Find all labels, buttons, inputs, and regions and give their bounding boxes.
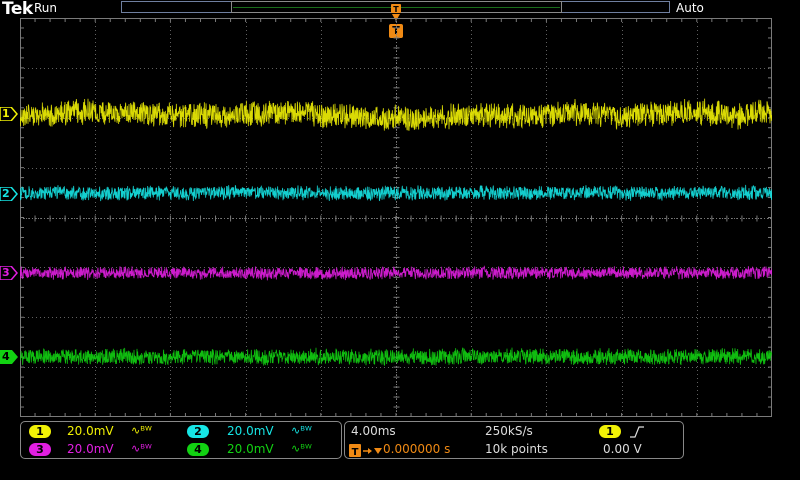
horizontal-trigger-panel: 4.00ms 250kS/s T 0.000000 s 10k points 1…: [344, 421, 684, 459]
bandwidth-limit-icon: ∿ᴮᵂ: [131, 424, 152, 437]
bandwidth-limit-icon: ∿ᴮᵂ: [131, 442, 152, 455]
acquisition-state[interactable]: Run: [34, 1, 57, 15]
channel-2-badge[interactable]: 2: [187, 425, 209, 438]
trigger-delay[interactable]: 0.000000 s: [383, 442, 450, 456]
channel-2-scale[interactable]: 20.0mV: [227, 424, 274, 438]
bandwidth-limit-icon: ∿ᴮᵂ: [291, 442, 312, 455]
trigger-level[interactable]: 0.00 V: [603, 442, 642, 456]
record-length[interactable]: 10k points: [485, 442, 548, 456]
svg-text:T: T: [393, 5, 399, 14]
trigger-mode[interactable]: Auto: [676, 1, 704, 15]
channel-4-badge[interactable]: 4: [187, 443, 209, 456]
channel-1-marker[interactable]: 1: [0, 107, 18, 121]
trigger-source-badge[interactable]: 1: [599, 425, 621, 438]
channel-4-marker[interactable]: 4: [0, 350, 18, 364]
channel-4-scale[interactable]: 20.0mV: [227, 442, 274, 456]
channel-1-scale[interactable]: 20.0mV: [67, 424, 114, 438]
channel-3-scale[interactable]: 20.0mV: [67, 442, 114, 456]
waveform-display[interactable]: [20, 18, 772, 417]
bandwidth-limit-icon: ∿ᴮᵂ: [291, 424, 312, 437]
channel-2-marker[interactable]: 2: [0, 187, 18, 201]
channel-3-badge[interactable]: 3: [29, 443, 51, 456]
svg-text:T: T: [352, 447, 359, 458]
channel-3-marker[interactable]: 3: [0, 266, 18, 280]
time-per-division[interactable]: 4.00ms: [351, 424, 396, 438]
vertical-settings-panel: 1 20.0mV ∿ᴮᵂ 2 20.0mV ∿ᴮᵂ 3 20.0mV ∿ᴮᵂ 4…: [20, 421, 342, 459]
graticule: [20, 18, 772, 417]
trigger-delay-icon: T: [349, 443, 385, 458]
brand-logo: Tek: [2, 0, 33, 19]
channel-1-badge[interactable]: 1: [29, 425, 51, 438]
rising-edge-icon: [629, 424, 645, 438]
sample-rate: 250kS/s: [485, 424, 533, 438]
